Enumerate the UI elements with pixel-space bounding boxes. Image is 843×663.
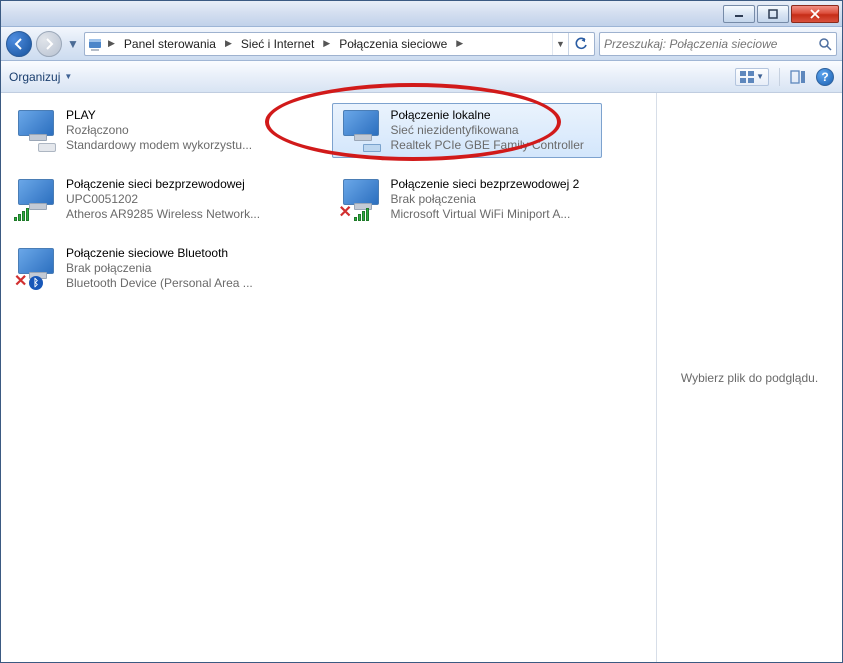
connection-item[interactable]: ✕ᛒ Połączenie sieciowe BluetoothBrak połą… bbox=[7, 241, 277, 296]
connection-status: Sieć niezidentyfikowana bbox=[391, 123, 584, 138]
connection-item[interactable]: ✕ Połączenie sieci bezprzewodowej 2Brak p… bbox=[332, 172, 602, 227]
breadcrumb-segment[interactable]: Połączenia sieciowe bbox=[333, 33, 453, 55]
search-input[interactable] bbox=[604, 37, 799, 51]
connections-list[interactable]: PLAYRozłączonoStandardowy modem wykorzys… bbox=[1, 93, 656, 662]
preview-pane: Wybierz plik do podglądu. bbox=[656, 93, 842, 662]
back-button[interactable] bbox=[6, 31, 32, 57]
connection-device: Atheros AR9285 Wireless Network... bbox=[66, 207, 260, 222]
tiles-view-icon bbox=[740, 71, 754, 83]
connection-icon: ✕ bbox=[339, 177, 383, 221]
help-button[interactable]: ? bbox=[816, 68, 834, 86]
toolbar: Organizuj ▼ ▼ ? bbox=[1, 61, 842, 93]
connection-device: Bluetooth Device (Personal Area ... bbox=[66, 276, 253, 291]
maximize-button[interactable] bbox=[757, 5, 789, 23]
connection-item[interactable]: PLAYRozłączonoStandardowy modem wykorzys… bbox=[7, 103, 277, 158]
breadcrumb-arrow-icon[interactable]: ▶ bbox=[222, 38, 235, 49]
search-icon[interactable] bbox=[818, 37, 832, 51]
connection-icon bbox=[339, 108, 383, 152]
connection-status: Brak połączenia bbox=[66, 261, 253, 276]
minimize-button[interactable] bbox=[723, 5, 755, 23]
connection-status: Rozłączono bbox=[66, 123, 252, 138]
preview-pane-button[interactable] bbox=[790, 69, 806, 85]
breadcrumb-arrow-icon[interactable]: ▶ bbox=[320, 38, 333, 49]
forward-button[interactable] bbox=[36, 31, 62, 57]
breadcrumb-arrow-icon[interactable]: ▶ bbox=[453, 38, 466, 49]
connection-device: Realtek PCIe GBE Family Controller bbox=[391, 138, 584, 153]
connection-item[interactable]: Połączenie lokalneSieć niezidentyfikowan… bbox=[332, 103, 602, 158]
connection-name: Połączenie sieci bezprzewodowej 2 bbox=[391, 177, 580, 192]
connection-name: Połączenie lokalne bbox=[391, 108, 584, 123]
navigation-bar: ▼ ▶ Panel sterowania ▶ Sieć i Internet ▶… bbox=[1, 27, 842, 61]
connection-name: Połączenie sieciowe Bluetooth bbox=[66, 246, 253, 261]
chevron-down-icon[interactable]: ▼ bbox=[64, 72, 72, 81]
refresh-button[interactable] bbox=[568, 33, 592, 55]
breadcrumb[interactable]: ▶ Panel sterowania ▶ Sieć i Internet ▶ P… bbox=[84, 32, 595, 56]
breadcrumb-dropdown[interactable]: ▼ bbox=[552, 33, 568, 55]
breadcrumb-arrow-icon[interactable]: ▶ bbox=[105, 38, 118, 49]
connection-status: UPC0051202 bbox=[66, 192, 260, 207]
connection-name: PLAY bbox=[66, 108, 252, 123]
connection-icon: ✕ᛒ bbox=[14, 246, 58, 290]
control-panel-icon bbox=[87, 36, 103, 52]
connection-status: Brak połączenia bbox=[391, 192, 580, 207]
breadcrumb-segment[interactable]: Sieć i Internet bbox=[235, 33, 320, 55]
history-dropdown[interactable]: ▼ bbox=[66, 32, 80, 56]
explorer-window: ▼ ▶ Panel sterowania ▶ Sieć i Internet ▶… bbox=[0, 0, 843, 663]
connection-device: Standardowy modem wykorzystu... bbox=[66, 138, 252, 153]
titlebar bbox=[1, 1, 842, 27]
separator bbox=[779, 68, 780, 86]
connection-name: Połączenie sieci bezprzewodowej bbox=[66, 177, 260, 192]
connection-device: Microsoft Virtual WiFi Miniport A... bbox=[391, 207, 580, 222]
preview-empty-text: Wybierz plik do podglądu. bbox=[681, 371, 818, 385]
client-area: PLAYRozłączonoStandardowy modem wykorzys… bbox=[1, 93, 842, 662]
search-box[interactable] bbox=[599, 32, 837, 56]
connection-icon bbox=[14, 177, 58, 221]
connection-icon bbox=[14, 108, 58, 152]
close-button[interactable] bbox=[791, 5, 839, 23]
view-options-button[interactable]: ▼ bbox=[735, 68, 769, 86]
organize-button[interactable]: Organizuj bbox=[9, 70, 60, 84]
connection-item[interactable]: Połączenie sieci bezprzewodowejUPC005120… bbox=[7, 172, 277, 227]
breadcrumb-segment[interactable]: Panel sterowania bbox=[118, 33, 222, 55]
